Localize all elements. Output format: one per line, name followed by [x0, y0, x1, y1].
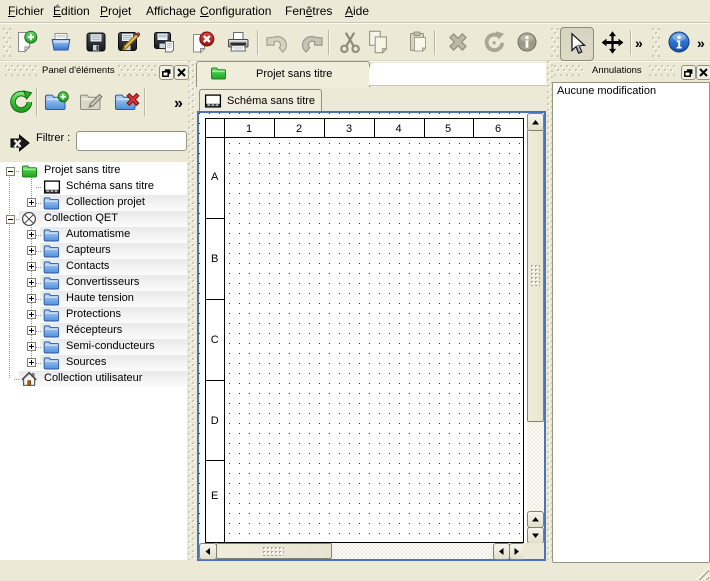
svg-text:E: E — [211, 490, 218, 502]
svg-text:2: 2 — [296, 123, 302, 135]
svg-text:3: 3 — [346, 123, 352, 135]
svg-text:D: D — [211, 415, 219, 427]
svg-text:1: 1 — [246, 123, 252, 135]
svg-text:A: A — [211, 171, 219, 183]
svg-text:6: 6 — [495, 123, 501, 135]
svg-text:C: C — [211, 334, 219, 346]
svg-text:B: B — [211, 253, 218, 265]
svg-text:5: 5 — [445, 123, 451, 135]
svg-text:4: 4 — [395, 123, 401, 135]
